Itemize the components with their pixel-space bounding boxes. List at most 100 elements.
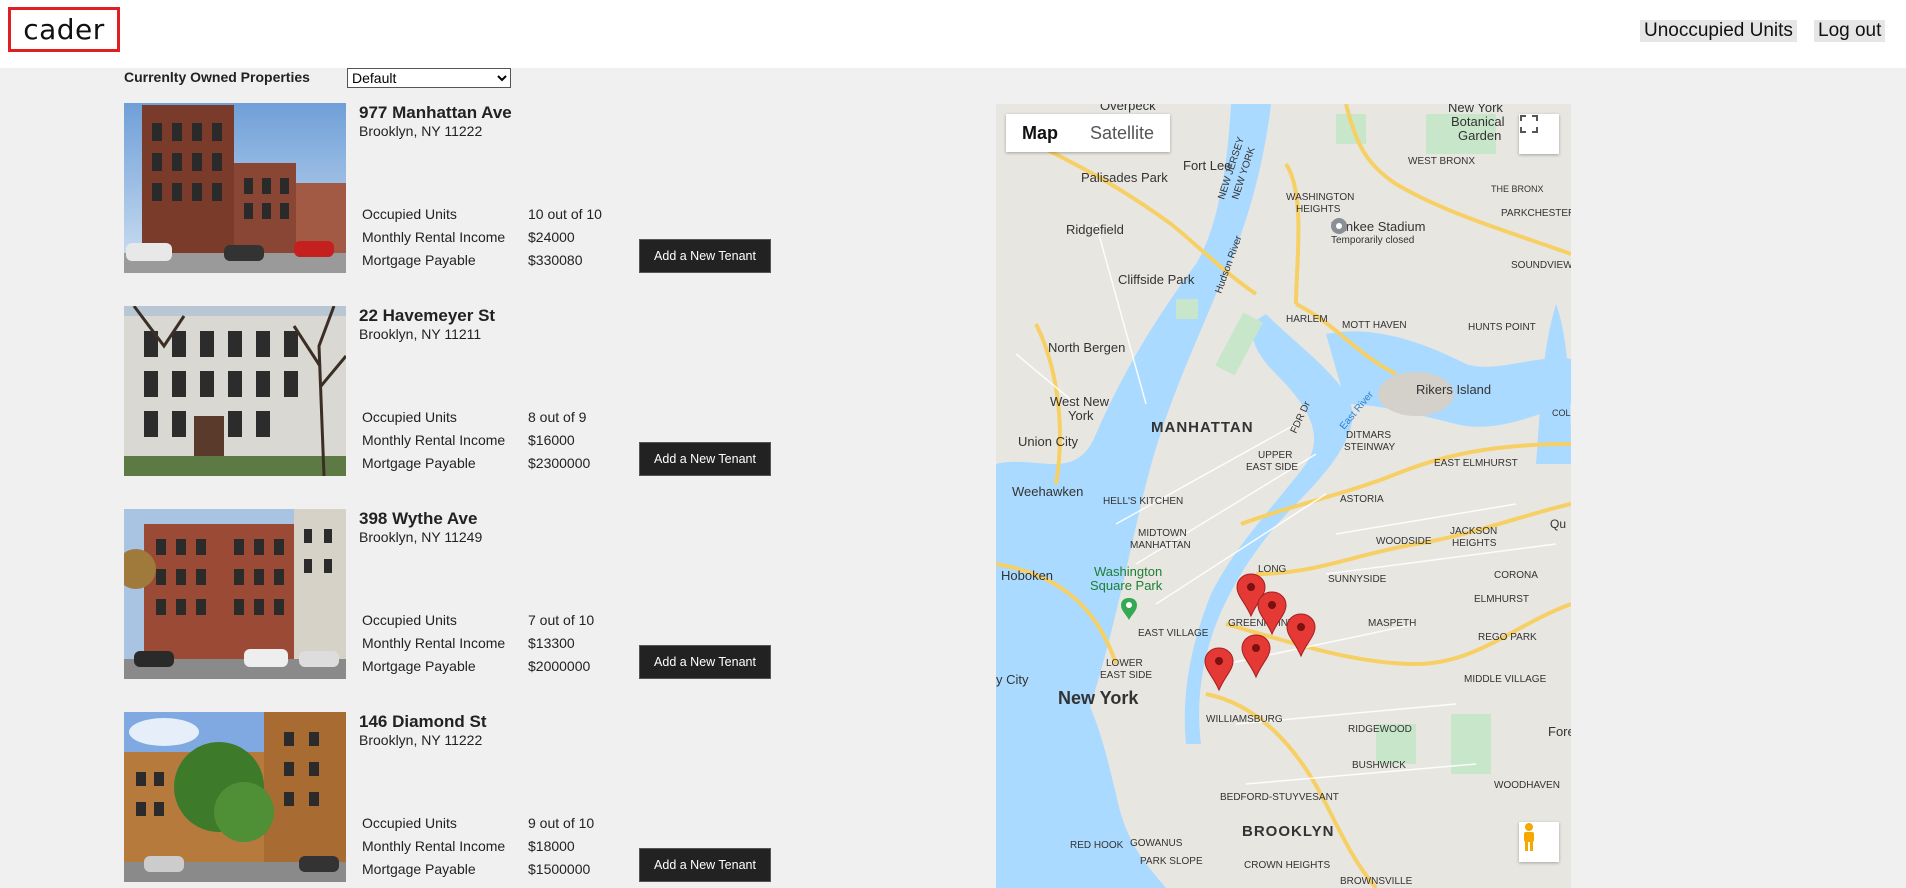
map-label-upper-east-side-1: UPPER [1258,450,1292,461]
map-label-red-hook: RED HOOK [1070,840,1124,851]
map-label-long-island-city: LONG [1258,564,1287,575]
map-label-union-city: Union City [1018,434,1078,449]
stat-label-income: Monthly Rental Income [362,635,506,651]
map-label-hoboken: Hoboken [1001,568,1053,583]
nav-logout[interactable]: Log out [1814,20,1886,42]
map-label-washington-heights-1: WASHINGTON [1286,192,1354,203]
map-label-hells-kitchen: HELL'S KITCHEN [1103,496,1183,507]
map-label-crown-heights: CROWN HEIGHTS [1244,860,1330,871]
property-photo[interactable] [124,306,346,476]
stat-label-income: Monthly Rental Income [362,229,506,245]
stat-label-occupied: Occupied Units [362,409,457,425]
add-tenant-button[interactable]: Add a New Tenant [639,645,771,679]
map-label-west-bronx: WEST BRONX [1408,156,1475,167]
map-type-toggle: Map Satellite [1006,114,1171,152]
fullscreen-button[interactable] [1519,114,1559,154]
map-label-manhattan: MANHATTAN [1151,419,1254,436]
map-label-overpeck: Overpeck [1100,104,1156,113]
map-label-upper-east-side-2: EAST SIDE [1246,462,1298,473]
map-label-washington-sq-1: Washington [1094,564,1162,579]
map-label-east-elmhurst: EAST ELMHURST [1434,458,1518,469]
property-city: Brooklyn, NY 11222 [359,732,483,748]
map-label-sunnyside: SUNNYSIDE [1328,574,1387,585]
stat-label-income: Monthly Rental Income [362,838,506,854]
property-card: 22 Havemeyer St Brooklyn, NY 11211 Occup… [124,306,774,478]
map-label-elmhurst: ELMHURST [1474,594,1529,605]
map-label-ridgewood: RIDGEWOOD [1348,724,1412,735]
stat-label-occupied: Occupied Units [362,815,457,831]
yankee-stadium-pin-icon [1331,218,1347,234]
map-label-midtown-2: MANHATTAN [1130,540,1191,551]
map-toggle-satellite[interactable]: Satellite [1074,114,1170,152]
map-label-west-new-york-1: West New [1050,394,1110,409]
map-label-gowanus: GOWANUS [1130,838,1183,849]
map-label-washington-heights-2: HEIGHTS [1296,204,1341,215]
map-label-greenpoint: GREENPOINT [1228,618,1294,629]
map-label-qu: Qu [1550,517,1566,531]
stat-label-mortgage: Mortgage Payable [362,861,476,877]
property-city: Brooklyn, NY 11211 [359,326,482,342]
stat-value-occupied: 7 out of 10 [528,612,595,628]
map-label-park-slope: PARK SLOPE [1140,856,1203,867]
property-photo[interactable] [124,509,346,679]
owned-properties-label: Currenlty Owned Properties [124,69,310,85]
property-address: 146 Diamond St [359,712,487,731]
add-tenant-button[interactable]: Add a New Tenant [639,442,771,476]
property-stats: Occupied Units 7 out of 10 Monthly Rental… [362,609,638,678]
map-canvas[interactable]: Overpeck New York Botanical Garden NEW J… [996,104,1571,888]
map-label-woodhaven: WOODHAVEN [1494,780,1560,791]
property-address: 977 Manhattan Ave [359,103,512,122]
nav-unoccupied-units[interactable]: Unoccupied Units [1640,20,1797,42]
map-label-lower-east-side-2: EAST SIDE [1100,670,1152,681]
top-bar: cader Unoccupied Units Log out [0,0,1906,68]
stat-value-occupied: 8 out of 9 [528,409,587,425]
stat-value-occupied: 9 out of 10 [528,815,595,831]
map-label-the-bronx: THE BRONX [1491,184,1544,194]
map-label-rego-park: REGO PARK [1478,632,1537,643]
map-label-midtown-1: MIDTOWN [1138,528,1187,539]
property-card: 977 Manhattan Ave Brooklyn, NY 11222 Occ… [124,103,774,275]
stat-label-mortgage: Mortgage Payable [362,658,476,674]
stat-label-occupied: Occupied Units [362,612,457,628]
map-label-botanical-2: Botanical [1451,114,1505,129]
stat-value-income: $16000 [528,432,575,448]
map-label-astoria: ASTORIA [1340,494,1384,505]
property-card: 146 Diamond St Brooklyn, NY 11222 Occupi… [124,712,774,884]
map-label-fort-lee: Fort Lee [1183,158,1231,173]
map-label-cliffside-park: Cliffside Park [1118,272,1195,287]
property-stats: Occupied Units 8 out of 9 Monthly Rental … [362,406,638,475]
properties-map[interactable]: Overpeck New York Botanical Garden NEW J… [996,104,1571,888]
map-label-forest: Fores [1548,724,1571,739]
stat-label-mortgage: Mortgage Payable [362,455,476,471]
map-label-temp-closed: Temporarily closed [1331,235,1414,246]
map-label-weehawken: Weehawken [1012,484,1083,499]
map-label-harlem: HARLEM [1286,314,1328,325]
add-tenant-button[interactable]: Add a New Tenant [639,239,771,273]
property-address: 398 Wythe Ave [359,509,478,528]
map-label-ditmars: DITMARS [1346,430,1391,441]
stat-value-mortgage: $2000000 [528,658,591,674]
add-tenant-button[interactable]: Add a New Tenant [639,848,771,882]
map-label-washington-sq-2: Square Park [1090,578,1163,593]
map-label-brooklyn: BROOKLYN [1242,823,1334,840]
map-toggle-map[interactable]: Map [1006,114,1074,152]
stat-value-income: $13300 [528,635,575,651]
stat-value-income: $18000 [528,838,575,854]
map-label-maspeth: MASPETH [1368,618,1416,629]
map-label-middle-village: MIDDLE VILLAGE [1464,674,1547,685]
map-label-jersey-city: y City [996,672,1029,687]
stat-value-income: $24000 [528,229,575,245]
logo[interactable]: cader [8,7,120,52]
stat-value-mortgage: $1500000 [528,861,591,877]
property-photo[interactable] [124,103,346,273]
map-label-jackson-heights-1: JACKSON [1450,526,1497,537]
property-stats: Occupied Units 10 out of 10 Monthly Renta… [362,203,638,272]
map-label-mott-haven: MOTT HAVEN [1342,320,1407,331]
sort-select[interactable]: Default [347,68,511,88]
property-address: 22 Havemeyer St [359,306,496,325]
map-label-soundview: SOUNDVIEW [1511,260,1571,271]
street-view-pegman-button[interactable] [1519,822,1559,862]
map-label-bedford-stuy: BEDFORD-STUYVESANT [1220,792,1339,803]
map-label-jackson-heights-2: HEIGHTS [1452,538,1497,549]
property-photo[interactable] [124,712,346,882]
